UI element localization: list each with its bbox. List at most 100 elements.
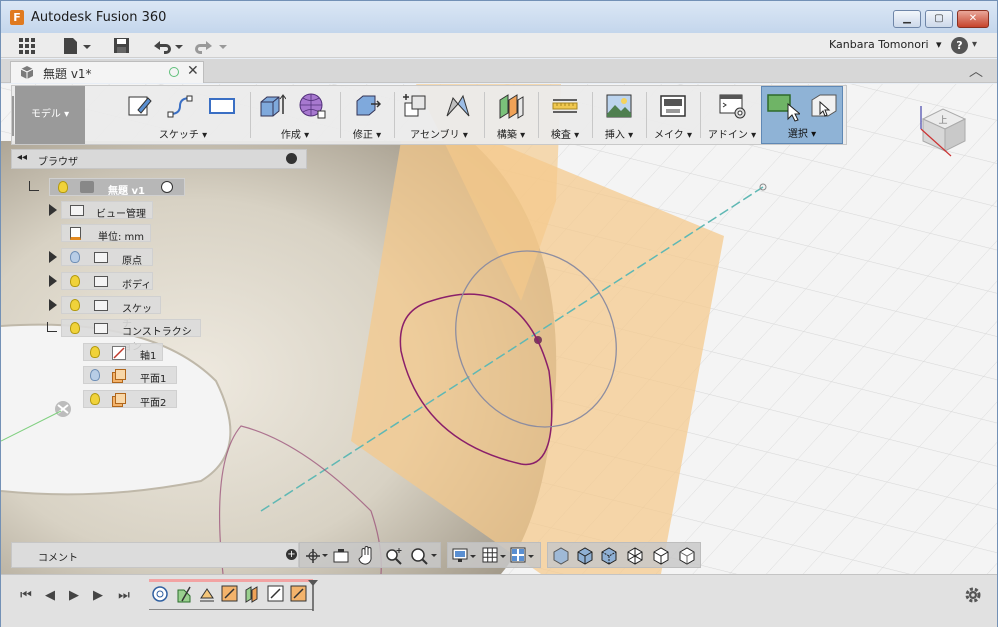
toolbar-group-select[interactable]: 選択 ▾	[761, 86, 843, 144]
maximize-button[interactable]: ▢	[925, 10, 953, 28]
tree-item-sketches[interactable]: スケッチ	[47, 296, 167, 330]
tree-item-label: ビュー管理	[96, 209, 146, 220]
create-sketch-icon[interactable]	[126, 92, 154, 120]
wireframe-visible-cube-icon[interactable]	[678, 547, 696, 565]
tree-expand-icon[interactable]	[49, 204, 57, 216]
visibility-bulb-icon[interactable]	[70, 322, 80, 334]
tree-expand-icon[interactable]	[49, 251, 57, 263]
fit-window-icon[interactable]	[410, 546, 438, 566]
pan-hand-icon[interactable]	[358, 546, 376, 566]
toolbar-group-create[interactable]: 作成 ▾	[252, 86, 338, 144]
viewports-icon[interactable]	[510, 547, 538, 565]
wireframe-hidden-cube-icon[interactable]	[652, 547, 670, 565]
undo-icon[interactable]	[151, 37, 185, 55]
tree-expand-icon[interactable]	[49, 275, 57, 287]
wireframe-cube-icon[interactable]	[626, 547, 644, 565]
timeline-offset-plane-icon[interactable]	[244, 585, 262, 603]
tree-item-construction[interactable]: コンストラクション	[47, 319, 207, 353]
add-comment-icon[interactable]: +	[286, 549, 297, 560]
go-to-end-icon[interactable]: ⏭	[115, 587, 133, 605]
tree-item-view-management[interactable]: ビュー管理	[47, 201, 167, 221]
timeline-plane-icon[interactable]	[290, 585, 308, 603]
user-menu[interactable]: Kanbara Tomonori ▾	[829, 38, 942, 51]
window-select-icon[interactable]	[808, 92, 840, 122]
measure-icon[interactable]	[551, 92, 579, 120]
document-tab[interactable]: 無題 v1* ✕	[10, 61, 204, 83]
step-back-icon[interactable]: ◀	[41, 587, 59, 605]
help-button[interactable]: ? ▾	[951, 37, 985, 55]
visibility-bulb-icon[interactable]	[90, 346, 100, 358]
active-component-radio[interactable]	[161, 181, 173, 193]
tree-collapse-icon[interactable]	[47, 322, 57, 332]
visibility-bulb-icon[interactable]	[90, 393, 100, 405]
toolbar-group-sketch[interactable]: スケッチ ▾	[118, 86, 248, 144]
tree-item-axis1[interactable]: 軸1	[83, 343, 163, 363]
grid-settings-icon[interactable]	[482, 547, 510, 565]
step-forward-icon[interactable]: ▶	[89, 587, 107, 605]
visibility-bulb-icon[interactable]	[70, 299, 80, 311]
gear-icon[interactable]	[963, 585, 983, 605]
timeline-revolve-icon[interactable]	[198, 585, 216, 603]
offset-plane-icon[interactable]	[497, 92, 525, 120]
browser-root-row[interactable]: 無題 v1	[29, 178, 189, 198]
tree-item-plane2[interactable]: 平面2	[83, 390, 177, 410]
rectangle-icon[interactable]	[208, 92, 236, 120]
collapse-tabs-icon[interactable]: ︿	[969, 61, 983, 81]
shaded-edges-cube-icon[interactable]	[576, 547, 594, 565]
timeline-sketch-icon[interactable]	[175, 585, 193, 603]
display-settings-icon[interactable]	[452, 547, 480, 565]
select-icon[interactable]	[766, 92, 800, 122]
toolbar-group-inspect[interactable]: 検査 ▾	[540, 86, 590, 144]
timeline-marker[interactable]	[307, 579, 319, 611]
new-component-icon[interactable]	[402, 92, 430, 120]
zoom-icon[interactable]	[384, 546, 404, 566]
press-pull-icon[interactable]	[353, 92, 381, 120]
scripts-addins-icon[interactable]	[718, 92, 746, 120]
look-at-icon[interactable]	[332, 547, 350, 565]
tree-collapse-icon[interactable]	[29, 181, 39, 191]
timeline-plane-icon[interactable]	[267, 585, 285, 603]
orbit-icon[interactable]	[304, 547, 328, 565]
toolbar-group-modify[interactable]: 修正 ▾	[342, 86, 392, 144]
collapse-browser-icon[interactable]: ◂◂	[17, 152, 27, 163]
toolbar-grip[interactable]	[12, 96, 14, 136]
workspace-switcher[interactable]: モデル ▾	[15, 86, 85, 144]
go-to-start-icon[interactable]: ⏮	[17, 587, 35, 605]
close-tab-icon[interactable]: ✕	[187, 63, 199, 79]
tree-expand-icon[interactable]	[49, 299, 57, 311]
toolbar-group-assemble[interactable]: アセンブリ ▾	[396, 86, 482, 144]
close-button[interactable]: ✕	[957, 10, 989, 28]
insert-image-icon[interactable]	[605, 92, 633, 120]
minimize-button[interactable]: ▁	[893, 10, 921, 28]
grid-icon[interactable]	[19, 38, 37, 54]
3d-print-icon[interactable]	[659, 92, 687, 120]
toolbar-group-addins[interactable]: アドイン ▾	[702, 86, 762, 144]
save-icon[interactable]	[113, 37, 131, 55]
timeline-origin-icon[interactable]	[151, 585, 169, 603]
browser-options-icon[interactable]	[286, 153, 297, 164]
form-icon[interactable]	[298, 92, 326, 120]
toolbar-group-construct[interactable]: 構築 ▾	[486, 86, 536, 144]
tree-item-origin[interactable]: 原点	[47, 248, 167, 268]
toolbar-group-make[interactable]: メイク ▾	[648, 86, 698, 144]
tree-item-bodies[interactable]: ボディ	[47, 272, 167, 292]
joint-icon[interactable]	[444, 92, 472, 120]
tree-item-units[interactable]: 単位: mm	[61, 224, 161, 244]
tree-item-chip: 平面2	[83, 390, 177, 409]
play-icon[interactable]: ▶	[65, 587, 83, 605]
visibility-bulb-icon[interactable]	[70, 275, 80, 287]
redo-icon[interactable]	[195, 37, 229, 55]
toolbar-group-insert[interactable]: 挿入 ▾	[594, 86, 644, 144]
file-menu-icon[interactable]	[63, 37, 93, 55]
timeline-plane-icon[interactable]	[221, 585, 239, 603]
view-cube[interactable]: 上	[913, 101, 973, 161]
visibility-bulb-icon[interactable]	[70, 251, 80, 263]
visibility-bulb-icon[interactable]	[58, 181, 68, 193]
shaded-hidden-edges-cube-icon[interactable]	[600, 547, 618, 565]
spline-icon[interactable]	[166, 92, 194, 120]
visibility-bulb-icon[interactable]	[90, 369, 100, 381]
shaded-cube-icon[interactable]	[552, 547, 570, 565]
tree-item-label: ボディ	[122, 280, 152, 291]
tree-item-plane1[interactable]: 平面1	[83, 366, 177, 386]
extrude-icon[interactable]	[258, 92, 286, 120]
